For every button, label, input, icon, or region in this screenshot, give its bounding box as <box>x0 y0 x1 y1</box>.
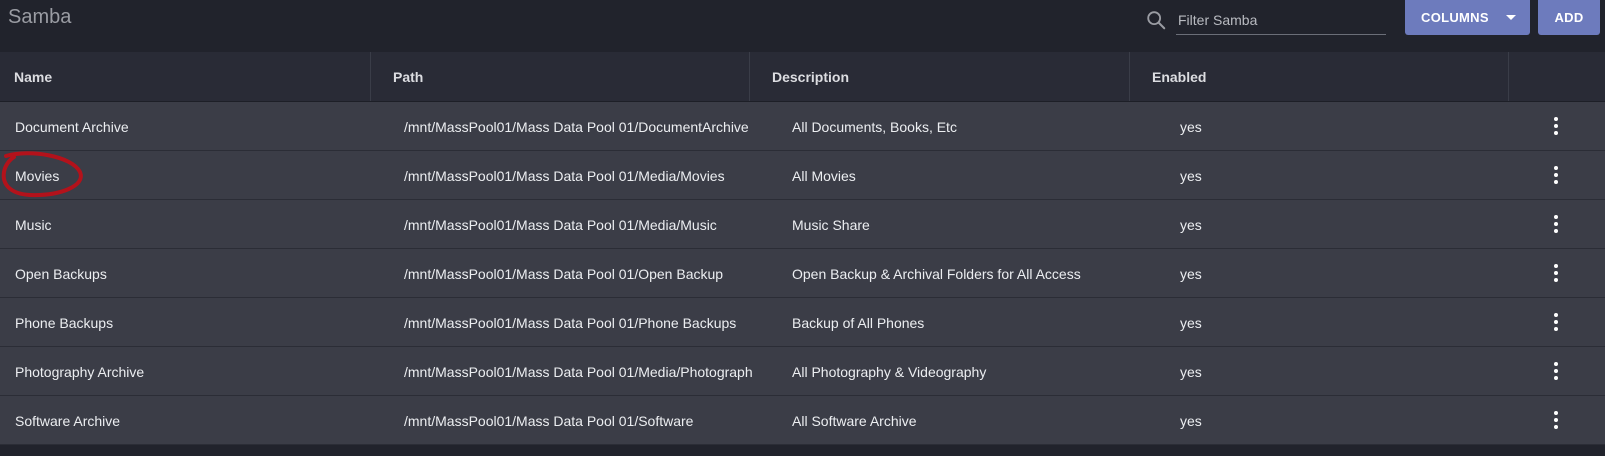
cell-enabled: yes <box>1180 118 1202 135</box>
table-row[interactable]: Phone Backups /mnt/MassPool01/Mass Data … <box>0 298 1605 347</box>
more-vertical-icon[interactable] <box>1549 409 1563 431</box>
search-field[interactable] <box>1147 6 1388 35</box>
cell-description: All Documents, Books, Etc <box>792 118 957 135</box>
cell-path: /mnt/MassPool01/Mass Data Pool 01/Docume… <box>404 118 749 135</box>
cell-name: Open Backups <box>15 265 107 282</box>
cell-enabled: yes <box>1180 363 1202 380</box>
column-header-path[interactable]: Path <box>371 52 750 101</box>
cell-enabled: yes <box>1180 412 1202 429</box>
cell-name: Music <box>15 216 52 233</box>
columns-button-label: COLUMNS <box>1421 10 1489 25</box>
search-input[interactable] <box>1176 6 1388 34</box>
more-vertical-icon[interactable] <box>1549 360 1563 382</box>
more-vertical-icon[interactable] <box>1549 262 1563 284</box>
cell-path: /mnt/MassPool01/Mass Data Pool 01/Open B… <box>404 265 724 282</box>
cell-name: Software Archive <box>15 412 121 429</box>
cell-enabled: yes <box>1180 265 1202 282</box>
search-icon[interactable] <box>1145 9 1167 31</box>
cell-description: Open Backup & Archival Folders for All A… <box>792 265 1081 282</box>
column-header-actions <box>1509 52 1605 101</box>
cell-description: All Photography & Videography <box>792 363 987 380</box>
cell-path: /mnt/MassPool01/Mass Data Pool 01/Phone … <box>404 314 737 331</box>
cell-enabled: yes <box>1180 167 1202 184</box>
cell-name: Document Archive <box>15 118 129 135</box>
column-header-enabled[interactable]: Enabled <box>1130 52 1509 101</box>
table-row[interactable]: Document Archive /mnt/MassPool01/Mass Da… <box>0 102 1605 151</box>
cell-path: /mnt/MassPool01/Mass Data Pool 01/Media/… <box>404 216 717 233</box>
cell-path: /mnt/MassPool01/Mass Data Pool 01/Media/… <box>404 363 752 380</box>
table-row[interactable]: Open Backups /mnt/MassPool01/Mass Data P… <box>0 249 1605 298</box>
add-button[interactable]: ADD <box>1538 0 1600 35</box>
cell-description: All Software Archive <box>792 412 917 429</box>
cell-path: /mnt/MassPool01/Mass Data Pool 01/Media/… <box>404 167 725 184</box>
more-vertical-icon[interactable] <box>1549 164 1563 186</box>
cell-description: Music Share <box>792 216 870 233</box>
table-footer-edge <box>0 452 1605 456</box>
cell-description: All Movies <box>792 167 856 184</box>
table-body: Document Archive /mnt/MassPool01/Mass Da… <box>0 102 1605 445</box>
samba-shares-table: Name Path Description Enabled Document A… <box>0 52 1605 445</box>
cell-name: Photography Archive <box>15 363 145 380</box>
table-header: Name Path Description Enabled <box>0 52 1605 102</box>
top-toolbar: Samba COLUMNS ADD <box>0 0 1605 52</box>
cell-name: Phone Backups <box>15 314 114 331</box>
cell-description: Backup of All Phones <box>792 314 925 331</box>
add-button-label: ADD <box>1554 10 1584 25</box>
cell-enabled: yes <box>1180 216 1202 233</box>
table-row[interactable]: Music /mnt/MassPool01/Mass Data Pool 01/… <box>0 200 1605 249</box>
table-row[interactable]: Photography Archive /mnt/MassPool01/Mass… <box>0 347 1605 396</box>
page-title: Samba <box>8 6 72 28</box>
column-header-description[interactable]: Description <box>750 52 1130 101</box>
more-vertical-icon[interactable] <box>1549 213 1563 235</box>
cell-enabled: yes <box>1180 314 1202 331</box>
column-header-name[interactable]: Name <box>0 52 371 101</box>
columns-button[interactable]: COLUMNS <box>1405 0 1530 35</box>
more-vertical-icon[interactable] <box>1549 115 1563 137</box>
more-vertical-icon[interactable] <box>1549 311 1563 333</box>
table-row[interactable]: Movies /mnt/MassPool01/Mass Data Pool 01… <box>0 151 1605 200</box>
table-row[interactable]: Software Archive /mnt/MassPool01/Mass Da… <box>0 396 1605 445</box>
caret-down-icon[interactable] <box>1506 15 1516 20</box>
cell-name: Movies <box>15 167 60 184</box>
cell-path: /mnt/MassPool01/Mass Data Pool 01/Softwa… <box>404 412 694 429</box>
